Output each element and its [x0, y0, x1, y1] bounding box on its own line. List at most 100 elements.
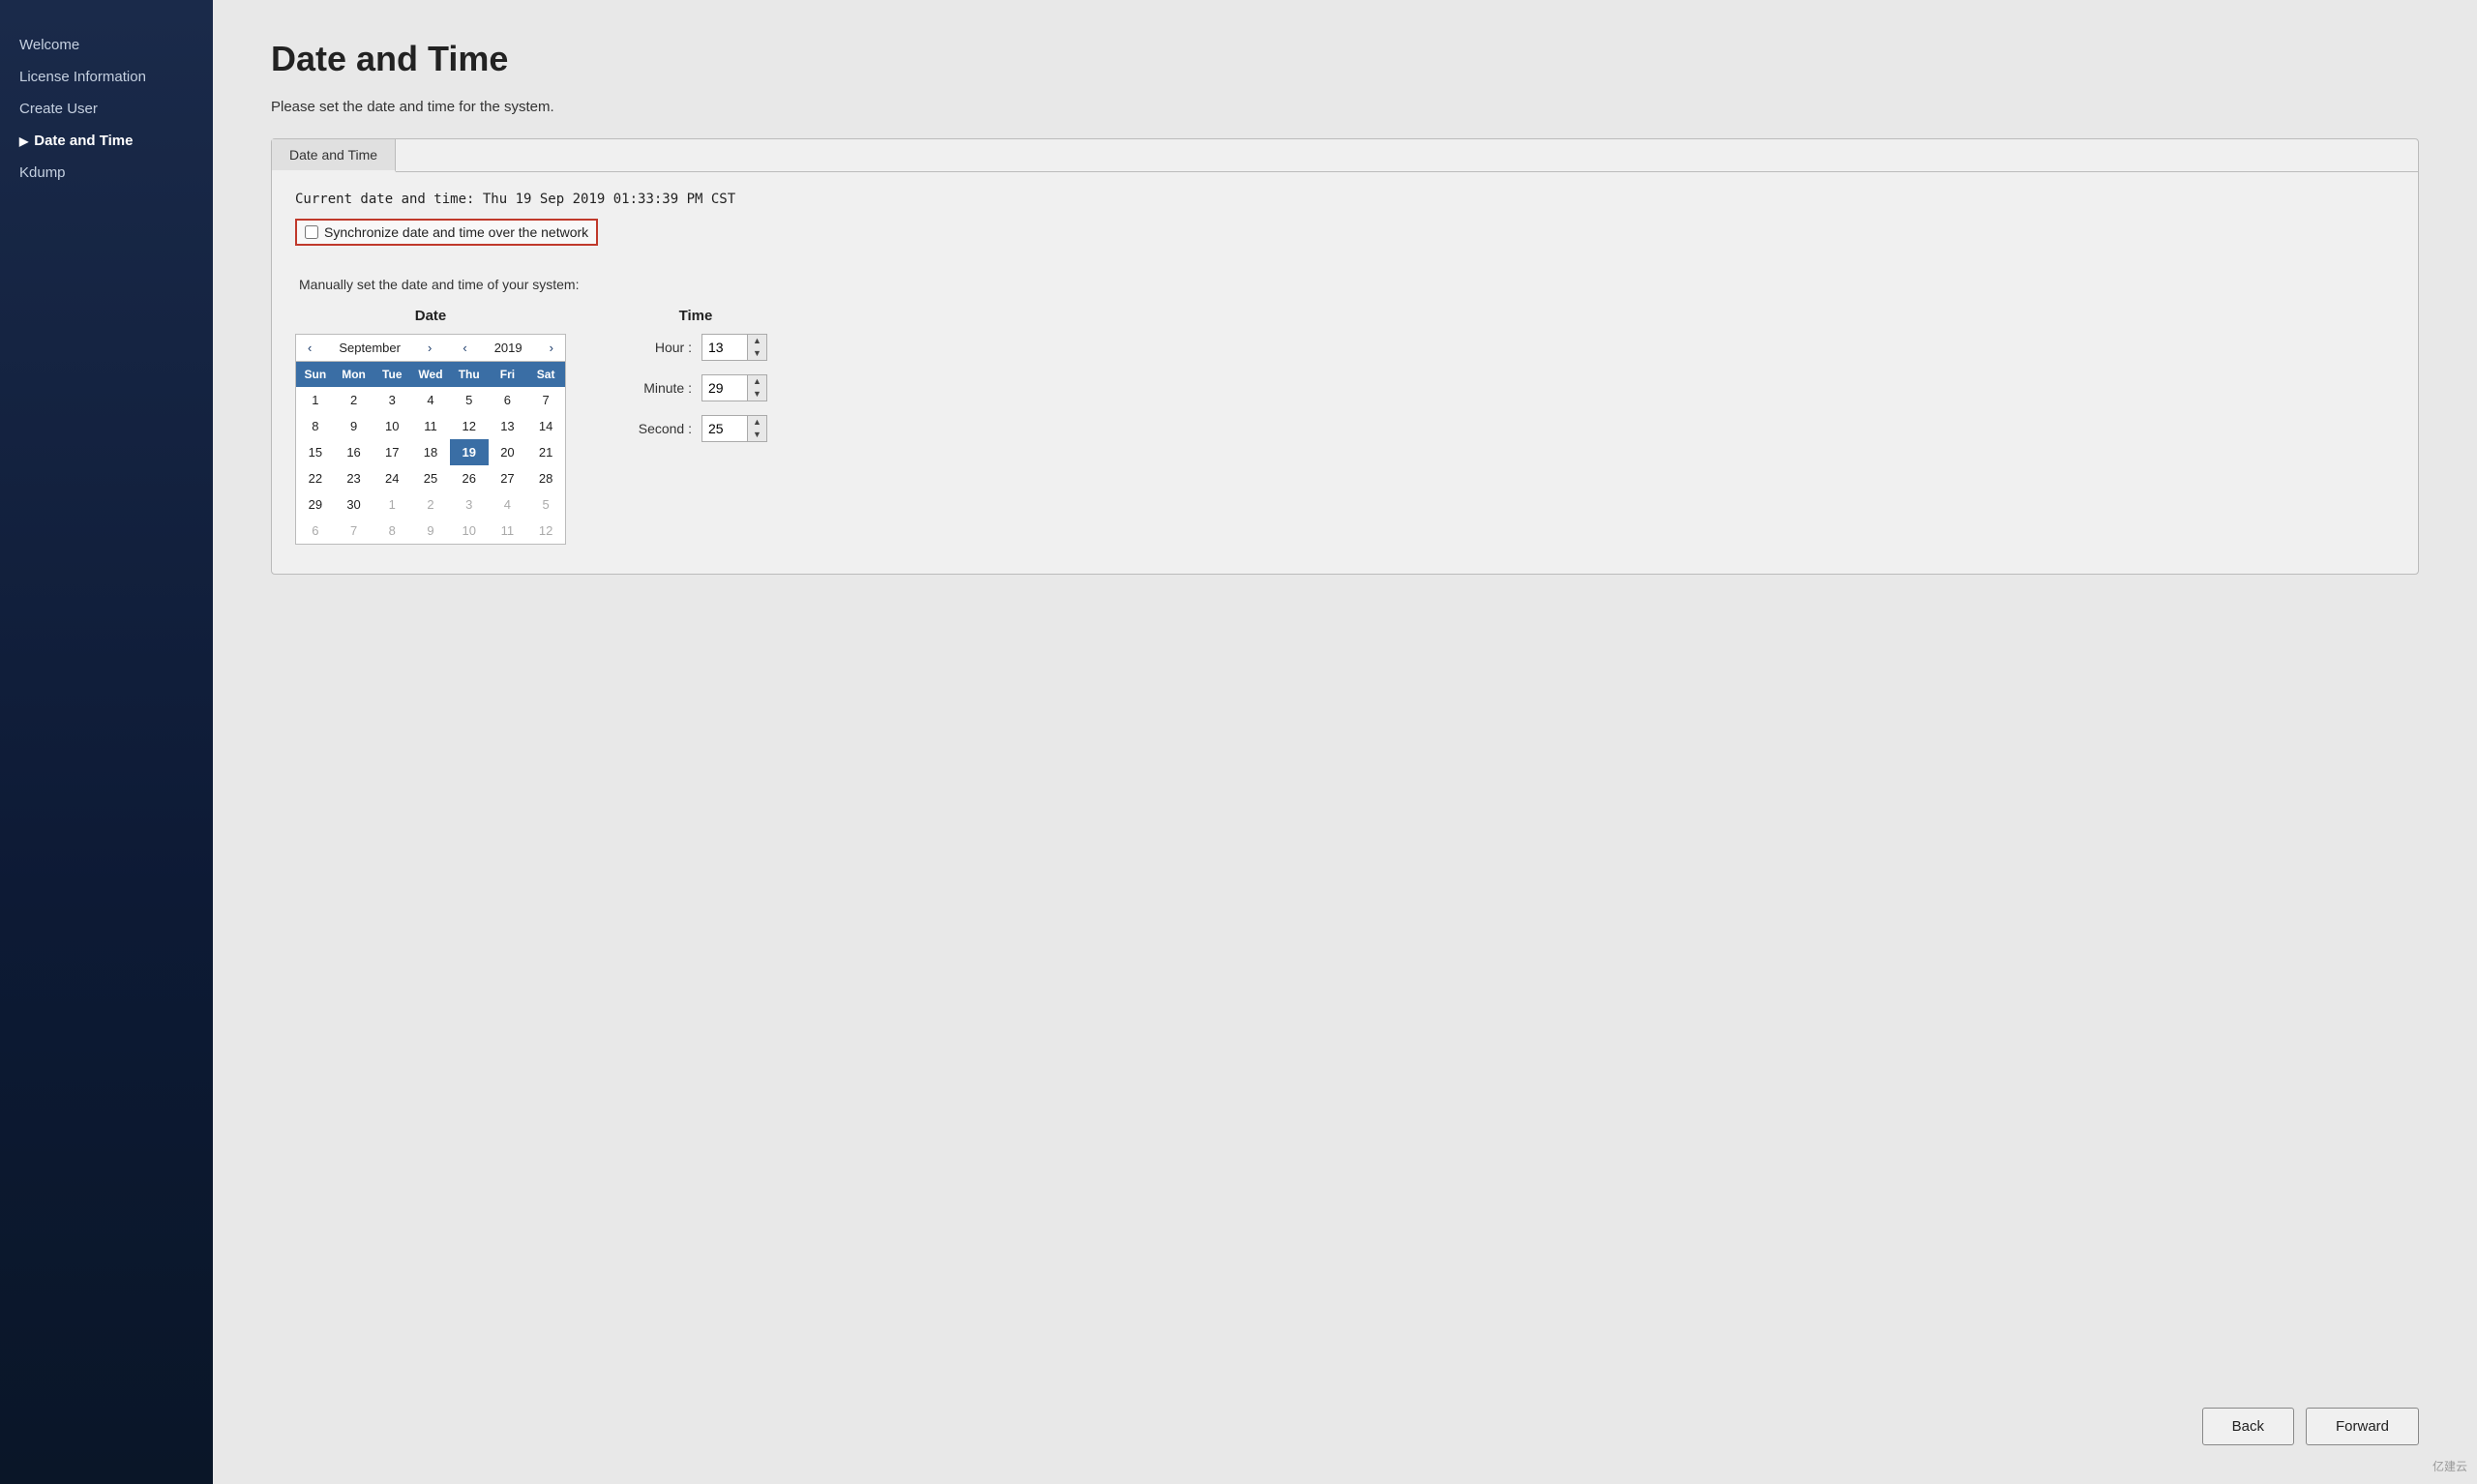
- prev-month-btn[interactable]: ‹: [304, 341, 315, 355]
- cal-day[interactable]: 19: [450, 439, 489, 465]
- page-title: Date and Time: [271, 39, 2419, 79]
- next-year-btn[interactable]: ›: [546, 341, 557, 355]
- cal-day[interactable]: 9: [335, 413, 373, 439]
- cal-day[interactable]: 25: [411, 465, 450, 491]
- sidebar-item-label: Kdump: [19, 164, 66, 181]
- cal-header-tue: Tue: [373, 362, 411, 387]
- cal-day[interactable]: 29: [296, 491, 335, 518]
- back-button[interactable]: Back: [2202, 1408, 2294, 1445]
- sidebar-item-date-time[interactable]: ▶Date and Time: [0, 125, 213, 157]
- sidebar-item-label: License Information: [19, 69, 146, 85]
- minute-label: Minute :: [624, 380, 692, 396]
- tab-header: Date and Time: [272, 139, 2418, 172]
- cal-month: September: [339, 341, 401, 355]
- cal-day[interactable]: 6: [489, 387, 527, 413]
- cal-day[interactable]: 18: [411, 439, 450, 465]
- calendar: ‹ September › ‹ 2019 › SunMonTueWedThuFr…: [295, 334, 566, 545]
- cal-day: 3: [450, 491, 489, 518]
- cal-day[interactable]: 17: [373, 439, 411, 465]
- cal-day: 2: [411, 491, 450, 518]
- second-input[interactable]: [702, 417, 747, 440]
- second-input-wrap: ▲ ▼: [701, 415, 767, 442]
- next-month-btn[interactable]: ›: [424, 341, 435, 355]
- forward-button[interactable]: Forward: [2306, 1408, 2419, 1445]
- cal-day[interactable]: 15: [296, 439, 335, 465]
- dt-grid: Date ‹ September › ‹ 2019 ›: [295, 308, 2395, 545]
- second-up-btn[interactable]: ▲: [748, 416, 766, 429]
- cal-header-mon: Mon: [335, 362, 373, 387]
- sync-row: Synchronize date and time over the netwo…: [295, 219, 598, 246]
- sidebar-item-create-user[interactable]: Create User: [0, 93, 213, 125]
- second-row: Second : ▲ ▼: [624, 415, 767, 442]
- cal-day: 12: [526, 518, 565, 544]
- cal-day[interactable]: 26: [450, 465, 489, 491]
- cal-day: 7: [335, 518, 373, 544]
- minute-input-wrap: ▲ ▼: [701, 374, 767, 401]
- cal-day[interactable]: 8: [296, 413, 335, 439]
- second-spinners: ▲ ▼: [747, 416, 766, 441]
- hour-input[interactable]: [702, 336, 747, 359]
- second-label: Second :: [624, 421, 692, 436]
- cal-day: 10: [450, 518, 489, 544]
- cal-header-thu: Thu: [450, 362, 489, 387]
- sidebar: Welcome License Information Create User▶Da…: [0, 0, 213, 1484]
- cal-day[interactable]: 3: [373, 387, 411, 413]
- sync-label[interactable]: Synchronize date and time over the netwo…: [324, 224, 588, 240]
- time-section: Time Hour : ▲ ▼ Mi: [624, 308, 767, 456]
- sidebar-item-license[interactable]: License Information: [0, 61, 213, 93]
- date-section-title: Date: [295, 308, 566, 324]
- cal-day[interactable]: 13: [489, 413, 527, 439]
- cal-day[interactable]: 22: [296, 465, 335, 491]
- cal-day[interactable]: 30: [335, 491, 373, 518]
- minute-up-btn[interactable]: ▲: [748, 375, 766, 388]
- tab-date-time[interactable]: Date and Time: [272, 139, 396, 172]
- hour-row: Hour : ▲ ▼: [624, 334, 767, 361]
- date-section: Date ‹ September › ‹ 2019 ›: [295, 308, 566, 545]
- minute-spinners: ▲ ▼: [747, 375, 766, 401]
- cal-day[interactable]: 11: [411, 413, 450, 439]
- cal-day[interactable]: 14: [526, 413, 565, 439]
- current-datetime: Current date and time: Thu 19 Sep 2019 0…: [295, 192, 2395, 207]
- cal-day[interactable]: 2: [335, 387, 373, 413]
- hour-spinners: ▲ ▼: [747, 335, 766, 360]
- current-dt-value: Thu 19 Sep 2019 01:33:39 PM CST: [483, 192, 735, 207]
- prev-year-btn[interactable]: ‹: [459, 341, 470, 355]
- cal-day[interactable]: 1: [296, 387, 335, 413]
- minute-row: Minute : ▲ ▼: [624, 374, 767, 401]
- hour-up-btn[interactable]: ▲: [748, 335, 766, 347]
- cal-day[interactable]: 21: [526, 439, 565, 465]
- cal-day[interactable]: 23: [335, 465, 373, 491]
- cal-grid: SunMonTueWedThuFriSat1234567891011121314…: [296, 362, 565, 544]
- tab-container: Date and Time Current date and time: Thu…: [271, 138, 2419, 575]
- cal-day[interactable]: 12: [450, 413, 489, 439]
- cal-day[interactable]: 10: [373, 413, 411, 439]
- sidebar-item-welcome[interactable]: Welcome: [0, 29, 213, 61]
- cal-day[interactable]: 20: [489, 439, 527, 465]
- tab-content: Current date and time: Thu 19 Sep 2019 0…: [272, 172, 2418, 574]
- cal-day[interactable]: 24: [373, 465, 411, 491]
- second-down-btn[interactable]: ▼: [748, 429, 766, 441]
- sidebar-item-kdump[interactable]: Kdump: [0, 157, 213, 189]
- cal-day[interactable]: 7: [526, 387, 565, 413]
- bottom-bar: Back Forward: [2202, 1408, 2419, 1445]
- cal-header-fri: Fri: [489, 362, 527, 387]
- cal-header-sat: Sat: [526, 362, 565, 387]
- main-content: Date and Time Please set the date and ti…: [213, 0, 2477, 1484]
- hour-down-btn[interactable]: ▼: [748, 347, 766, 360]
- cal-day[interactable]: 27: [489, 465, 527, 491]
- minute-down-btn[interactable]: ▼: [748, 388, 766, 401]
- cal-day[interactable]: 4: [411, 387, 450, 413]
- minute-input[interactable]: [702, 376, 747, 400]
- cal-day: 4: [489, 491, 527, 518]
- sync-checkbox[interactable]: [305, 225, 318, 239]
- manually-label: Manually set the date and time of your s…: [299, 277, 2395, 292]
- sidebar-item-label: Welcome: [19, 37, 79, 53]
- cal-day[interactable]: 28: [526, 465, 565, 491]
- cal-day: 9: [411, 518, 450, 544]
- cal-day[interactable]: 16: [335, 439, 373, 465]
- cal-day: 6: [296, 518, 335, 544]
- cal-day[interactable]: 5: [450, 387, 489, 413]
- cal-day: 11: [489, 518, 527, 544]
- time-section-title: Time: [624, 308, 767, 324]
- hour-label: Hour :: [624, 340, 692, 355]
